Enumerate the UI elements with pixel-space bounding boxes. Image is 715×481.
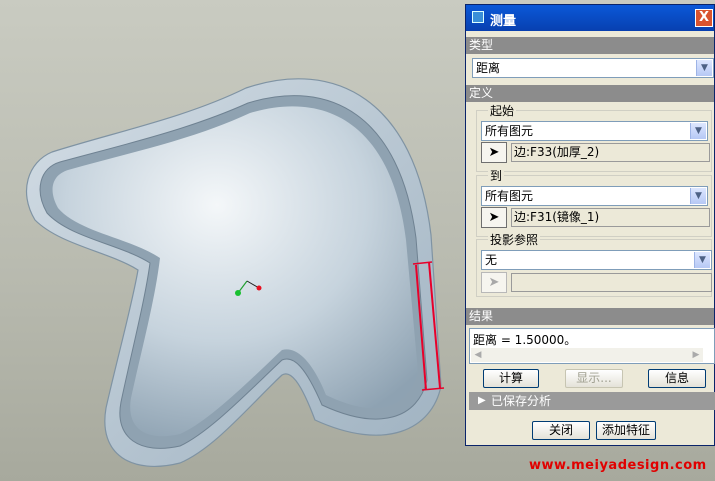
info-button[interactable]: 信息 (648, 369, 706, 388)
part-model (26, 78, 445, 467)
projection-group-label: 投影参照 (488, 233, 541, 247)
compute-button[interactable]: 计算 (483, 369, 539, 388)
dropdown-arrow-icon[interactable]: ▼ (690, 123, 706, 139)
type-select-value: 距离 (476, 61, 501, 75)
from-group-label: 起始 (488, 104, 517, 118)
projection-selection-field[interactable] (511, 273, 712, 292)
section-result: 结果 (466, 308, 714, 325)
close-button[interactable]: 关闭 (532, 421, 590, 440)
from-group (476, 110, 712, 172)
result-scrollbar[interactable]: ◀ ▶ (471, 348, 703, 362)
section-definition: 定义 (466, 85, 714, 102)
dropdown-arrow-icon[interactable]: ▼ (690, 188, 706, 204)
scroll-right-icon[interactable]: ▶ (689, 348, 703, 362)
projection-select[interactable]: 无 ▼ (481, 250, 712, 270)
pointer-icon: ➤ (488, 275, 500, 290)
dialog-title: 测量 (490, 14, 517, 29)
to-filter-value: 所有图元 (485, 189, 534, 203)
dialog-titlebar[interactable]: 测量 X (466, 5, 714, 31)
from-pick-button[interactable]: ➤ (481, 142, 507, 163)
section-type: 类型 (466, 37, 714, 54)
to-group (476, 175, 712, 237)
to-group-label: 到 (488, 169, 505, 183)
saved-analysis-bar[interactable]: ▶ 已保存分析 (469, 392, 715, 410)
type-select[interactable]: 距离 ▼ (472, 58, 714, 78)
dropdown-arrow-icon[interactable]: ▼ (694, 252, 710, 268)
add-feature-button[interactable]: 添加特征 (596, 421, 656, 440)
saved-analysis-label: 已保存分析 (491, 394, 552, 408)
measure-dialog: 测量 X 类型 距离 ▼ 定义 起始 所有图元 ▼ ➤ 边:F33(加厚_2) … (465, 4, 715, 446)
csys-point-green (235, 290, 241, 296)
close-icon[interactable]: X (695, 9, 713, 27)
triangle-right-icon: ▶ (478, 395, 486, 406)
projection-value: 无 (485, 253, 498, 267)
show-button[interactable]: 显示... (565, 369, 623, 388)
from-filter-select[interactable]: 所有图元 ▼ (481, 121, 708, 141)
pointer-icon: ➤ (488, 210, 500, 225)
dropdown-arrow-icon[interactable]: ▼ (696, 60, 712, 76)
to-selection-field[interactable]: 边:F31(镜像_1) (511, 208, 710, 227)
watermark: www.meiyadesign.com (529, 458, 707, 473)
csys-point-red (256, 285, 262, 291)
from-selection-field[interactable]: 边:F33(加厚_2) (511, 143, 710, 162)
result-text: 距离 = 1.50000。 (473, 333, 577, 347)
to-pick-button[interactable]: ➤ (481, 207, 507, 228)
to-filter-select[interactable]: 所有图元 ▼ (481, 186, 708, 206)
from-filter-value: 所有图元 (485, 124, 534, 138)
dialog-icon (472, 11, 484, 23)
result-box: 距离 = 1.50000。 ◀ ▶ (469, 328, 715, 364)
pointer-icon: ➤ (488, 145, 500, 160)
projection-pick-button[interactable]: ➤ (481, 272, 507, 293)
scroll-left-icon[interactable]: ◀ (471, 348, 485, 362)
